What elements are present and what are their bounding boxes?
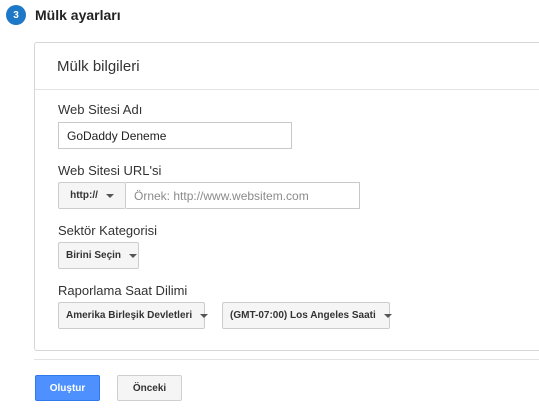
chevron-down-icon (129, 253, 138, 258)
site-name-label: Web Sitesi Adı (58, 102, 143, 117)
chevron-down-icon (383, 313, 392, 318)
chevron-down-icon (105, 193, 114, 198)
timezone-country-value: Amerika Birleşik Devletleri (66, 310, 193, 321)
step-title: Mülk ayarları (35, 7, 121, 23)
card-divider (35, 89, 539, 90)
step-header: 3 Mülk ayarları (6, 4, 121, 26)
chevron-down-icon (200, 313, 209, 318)
footer-divider (34, 359, 539, 360)
protocol-dropdown[interactable]: http:// (58, 182, 126, 209)
card-title: Mülk bilgileri (57, 58, 140, 75)
category-label: Sektör Kategorisi (58, 223, 157, 238)
create-button[interactable]: Oluştur (35, 375, 100, 401)
timezone-country-dropdown[interactable]: Amerika Birleşik Devletleri (58, 302, 209, 329)
property-info-card: Mülk bilgileri Web Sitesi Adı GoDaddy De… (34, 42, 539, 351)
timezone-zone-value: (GMT-07:00) Los Angeles Saati (230, 310, 376, 321)
back-button[interactable]: Önceki (117, 375, 182, 401)
protocol-value: http:// (70, 190, 98, 201)
site-name-input[interactable]: GoDaddy Deneme (58, 122, 292, 149)
site-url-label: Web Sitesi URL'si (58, 163, 162, 178)
site-url-input[interactable]: Örnek: http://www.websitem.com (126, 182, 360, 209)
timezone-label: Raporlama Saat Dilimi (58, 283, 188, 298)
timezone-zone-dropdown[interactable]: (GMT-07:00) Los Angeles Saati (222, 302, 392, 329)
step-number-badge: 3 (6, 5, 26, 25)
category-dropdown[interactable]: Birini Seçin (58, 242, 139, 269)
category-value: Birini Seçin (66, 250, 122, 261)
